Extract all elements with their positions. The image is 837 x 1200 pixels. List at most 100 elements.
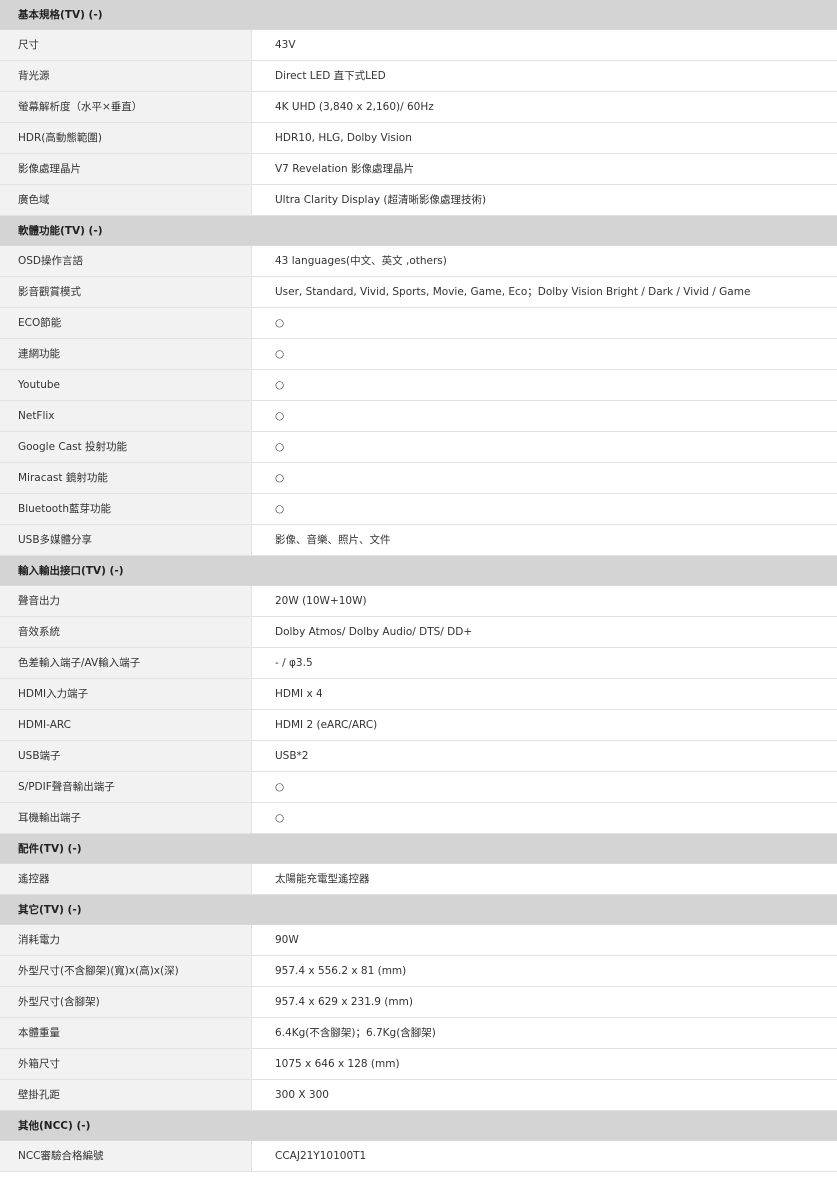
spec-row: 螢幕解析度（水平×垂直） 4K UHD (3,840 x 2,160)/ 60Hz	[0, 92, 837, 123]
spec-label: 耳機輸出端子	[0, 803, 252, 833]
spec-value: 43 languages(中文、英文 ,others)	[275, 255, 447, 267]
spec-value: User, Standard, Vivid, Sports, Movie, Ga…	[275, 286, 751, 298]
spec-label: 背光源	[0, 61, 252, 91]
spec-row: 背光源 Direct LED 直下式LED	[0, 61, 837, 92]
spec-value: ○	[275, 441, 285, 453]
spec-label: 連網功能	[0, 339, 252, 369]
spec-label: HDMI入力端子	[0, 679, 252, 709]
section-header: 其他(NCC) (-)	[0, 1111, 837, 1141]
spec-value: USB*2	[275, 750, 309, 762]
spec-row: 外箱尺寸 1075 x 646 x 128 (mm)	[0, 1049, 837, 1080]
spec-value: 20W (10W+10W)	[275, 595, 367, 607]
spec-row: 尺寸 43V	[0, 30, 837, 61]
spec-row: OSD操作言語 43 languages(中文、英文 ,others)	[0, 246, 837, 277]
spec-label: HDMI-ARC	[0, 710, 252, 740]
spec-value: - / φ3.5	[275, 657, 313, 669]
spec-row: HDMI-ARC HDMI 2 (eARC/ARC)	[0, 710, 837, 741]
spec-value: ○	[275, 317, 285, 329]
spec-value: ○	[275, 781, 285, 793]
spec-row: 音效系統 Dolby Atmos/ Dolby Audio/ DTS/ DD+	[0, 617, 837, 648]
spec-label: 壁掛孔距	[0, 1080, 252, 1110]
spec-row: Youtube ○	[0, 370, 837, 401]
spec-row: Miracast 鏡射功能 ○	[0, 463, 837, 494]
spec-label: 尺寸	[0, 30, 252, 60]
spec-label: Miracast 鏡射功能	[0, 463, 252, 493]
spec-value: ○	[275, 503, 285, 515]
spec-value: ○	[275, 410, 285, 422]
spec-row: 耳機輸出端子 ○	[0, 803, 837, 834]
spec-label: 影像處理晶片	[0, 154, 252, 184]
spec-row: Bluetooth藍芽功能 ○	[0, 494, 837, 525]
spec-value: CCAJ21Y10100T1	[275, 1150, 367, 1162]
spec-label: HDR(高動態範圍)	[0, 123, 252, 153]
spec-value: ○	[275, 348, 285, 360]
spec-value: Dolby Atmos/ Dolby Audio/ DTS/ DD+	[275, 626, 473, 638]
spec-row: USB端子 USB*2	[0, 741, 837, 772]
spec-label: NetFlix	[0, 401, 252, 431]
section-header: 配件(TV) (-)	[0, 834, 837, 864]
spec-row: ECO節能 ○	[0, 308, 837, 339]
spec-row: NetFlix ○	[0, 401, 837, 432]
spec-label: 外箱尺寸	[0, 1049, 252, 1079]
spec-table: 基本規格(TV) (-) 尺寸 43V 背光源 Direct LED 直下式LED 螢幕解…	[0, 0, 837, 1172]
spec-label: 外型尺寸(含腳架)	[0, 987, 252, 1017]
spec-value: 300 X 300	[275, 1089, 329, 1101]
spec-value: HDMI 2 (eARC/ARC)	[275, 719, 378, 731]
spec-row: 影音觀賞模式 User, Standard, Vivid, Sports, Mov…	[0, 277, 837, 308]
spec-label: S/PDIF聲音輸出端子	[0, 772, 252, 802]
spec-row: Google Cast 投射功能 ○	[0, 432, 837, 463]
section-header: 軟體功能(TV) (-)	[0, 216, 837, 246]
spec-label: 螢幕解析度（水平×垂直）	[0, 92, 252, 122]
spec-label: Bluetooth藍芽功能	[0, 494, 252, 524]
spec-row: S/PDIF聲音輸出端子 ○	[0, 772, 837, 803]
spec-value: V7 Revelation 影像處理晶片	[275, 163, 414, 175]
spec-label: 影音觀賞模式	[0, 277, 252, 307]
spec-label: 本體重量	[0, 1018, 252, 1048]
spec-row: 廣色域 Ultra Clarity Display (超清晰影像處理技術)	[0, 185, 837, 216]
spec-value: 太陽能充電型遙控器	[275, 873, 370, 885]
spec-row: 連網功能 ○	[0, 339, 837, 370]
spec-value: 43V	[275, 39, 296, 51]
spec-label: USB端子	[0, 741, 252, 771]
section-header: 輸入輸出接口(TV) (-)	[0, 556, 837, 586]
spec-label: 聲音出力	[0, 586, 252, 616]
spec-value: 6.4Kg(不含腳架)；6.7Kg(含腳架)	[275, 1027, 436, 1039]
spec-row: 聲音出力 20W (10W+10W)	[0, 586, 837, 617]
spec-label: 色差輸入端子/AV輸入端子	[0, 648, 252, 678]
spec-row: 遙控器 太陽能充電型遙控器	[0, 864, 837, 895]
spec-row: 影像處理晶片 V7 Revelation 影像處理晶片	[0, 154, 837, 185]
spec-row: 本體重量 6.4Kg(不含腳架)；6.7Kg(含腳架)	[0, 1018, 837, 1049]
spec-value: 4K UHD (3,840 x 2,160)/ 60Hz	[275, 101, 434, 113]
spec-label: OSD操作言語	[0, 246, 252, 276]
spec-label: USB多媒體分享	[0, 525, 252, 555]
spec-value: ○	[275, 379, 285, 391]
spec-row: 消耗電力 90W	[0, 925, 837, 956]
spec-value: ○	[275, 472, 285, 484]
spec-row: 色差輸入端子/AV輸入端子 - / φ3.5	[0, 648, 837, 679]
spec-row: NCC審驗合格編號 CCAJ21Y10100T1	[0, 1141, 837, 1172]
spec-row: 壁掛孔距 300 X 300	[0, 1080, 837, 1111]
spec-label: ECO節能	[0, 308, 252, 338]
spec-value: HDMI x 4	[275, 688, 323, 700]
spec-value: ○	[275, 812, 285, 824]
spec-row: HDR(高動態範圍) HDR10, HLG, Dolby Vision	[0, 123, 837, 154]
spec-label: Google Cast 投射功能	[0, 432, 252, 462]
spec-label: 遙控器	[0, 864, 252, 894]
spec-value: 957.4 x 629 x 231.9 (mm)	[275, 996, 413, 1008]
spec-value: Direct LED 直下式LED	[275, 70, 386, 82]
spec-row: USB多媒體分享 影像、音樂、照片、文件	[0, 525, 837, 556]
spec-label: NCC審驗合格編號	[0, 1141, 252, 1171]
spec-value: 1075 x 646 x 128 (mm)	[275, 1058, 400, 1070]
spec-value: 影像、音樂、照片、文件	[275, 534, 391, 546]
spec-value: 957.4 x 556.2 x 81 (mm)	[275, 965, 407, 977]
spec-value: 90W	[275, 934, 299, 946]
spec-row: 外型尺寸(不含腳架)(寬)x(高)x(深) 957.4 x 556.2 x 81 …	[0, 956, 837, 987]
section-header: 基本規格(TV) (-)	[0, 0, 837, 30]
section-header: 其它(TV) (-)	[0, 895, 837, 925]
spec-label: 外型尺寸(不含腳架)(寬)x(高)x(深)	[0, 956, 252, 986]
spec-row: HDMI入力端子 HDMI x 4	[0, 679, 837, 710]
spec-label: 音效系統	[0, 617, 252, 647]
spec-value: HDR10, HLG, Dolby Vision	[275, 132, 412, 144]
spec-label: Youtube	[0, 370, 252, 400]
spec-row: 外型尺寸(含腳架) 957.4 x 629 x 231.9 (mm)	[0, 987, 837, 1018]
